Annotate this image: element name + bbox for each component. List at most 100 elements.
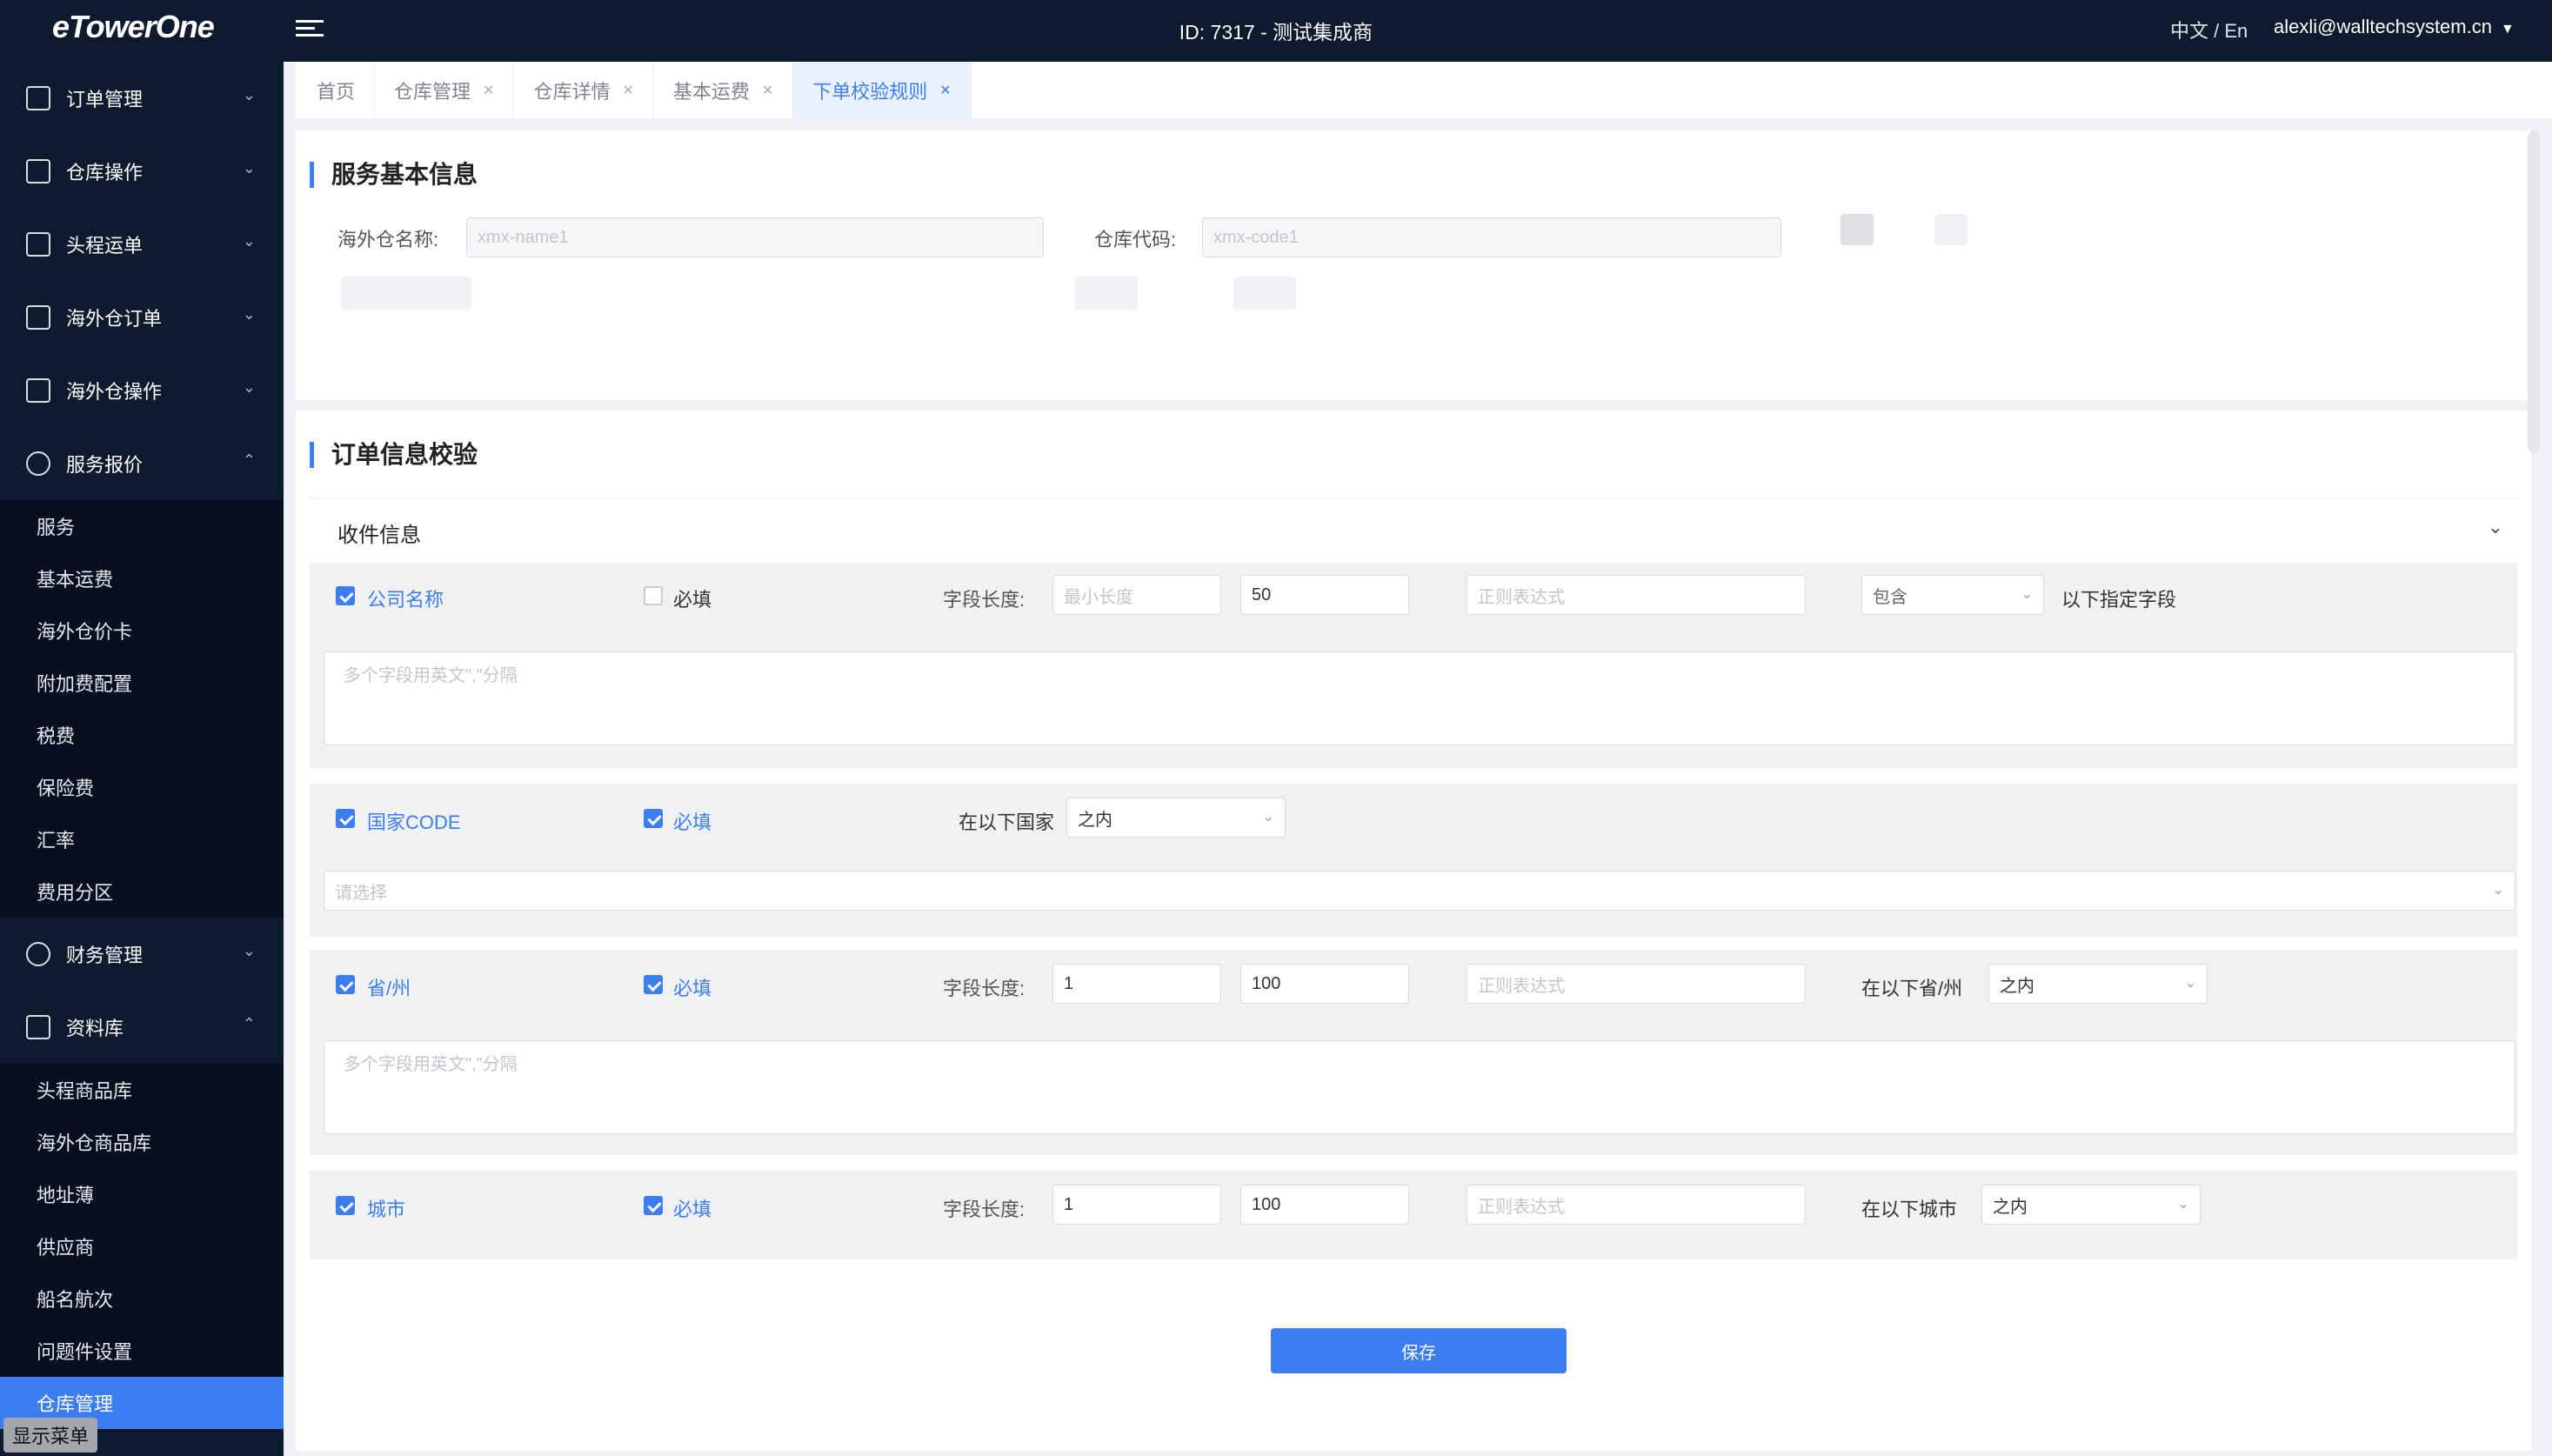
country-multi-select[interactable]: 请选择 ⌄ xyxy=(324,871,2515,911)
warehouse-name-label: 海外仓名称: xyxy=(337,229,439,250)
city-regex-input[interactable]: 正则表达式 xyxy=(1466,1185,1806,1225)
chevron-down-icon: ⌄ xyxy=(2184,976,2196,991)
sidebar-group-label: 财务管理 xyxy=(66,945,144,966)
sidebar-item-tax[interactable]: 税费 xyxy=(0,709,284,761)
tab-order-check-rules[interactable]: 下单校验规则 ✕ xyxy=(793,62,972,118)
chevron-down-icon: ⌄ xyxy=(242,942,256,959)
select-placeholder: 请选择 xyxy=(335,883,387,903)
sidebar-item-vessel-voyage[interactable]: 船名航次 xyxy=(0,1272,284,1325)
chevron-down-icon[interactable]: ⌄ xyxy=(2488,516,2503,538)
city-in-label: 在以下城市 xyxy=(1861,1199,1958,1220)
sidebar-item-service[interactable]: 服务 xyxy=(0,500,284,552)
sidebar-item-supplier[interactable]: 供应商 xyxy=(0,1220,284,1272)
country-in-label: 在以下国家 xyxy=(959,811,1055,833)
province-regex-input[interactable]: 正则表达式 xyxy=(1466,964,1806,1004)
sidebar-group-firstleg[interactable]: 头程运单 ⌄ xyxy=(0,208,284,281)
tab-label: 下单校验规则 xyxy=(812,80,928,103)
sidebar-group-order[interactable]: 订单管理 ⌄ xyxy=(0,62,284,135)
city-enable-checkbox[interactable] xyxy=(336,1196,355,1215)
sidebar-group-label: 仓库操作 xyxy=(66,162,144,184)
tab-bar: 首页 仓库管理 ✕ 仓库详情 ✕ 基本运费 ✕ 下单校验规则 ✕ xyxy=(296,62,2552,118)
sidebar-item-surcharge[interactable]: 附加费配置 xyxy=(0,657,284,709)
city-range-select[interactable]: 之内 ⌄ xyxy=(1981,1185,2201,1225)
province-required-label: 必填 xyxy=(673,978,712,999)
sidebar-item-problem-settings[interactable]: 问题件设置 xyxy=(0,1325,284,1377)
recipient-section-header[interactable]: 收件信息 ⌄ xyxy=(310,498,2517,558)
sidebar-item-address-book[interactable]: 地址薄 xyxy=(0,1168,284,1220)
tab-home[interactable]: 首页 xyxy=(297,62,376,118)
province-range-select[interactable]: 之内 ⌄ xyxy=(1988,964,2208,1004)
company-suffix-label: 以下指定字段 xyxy=(2061,589,2177,611)
chevron-down-icon: ⌄ xyxy=(2177,1197,2189,1212)
sidebar-item-insurance[interactable]: 保险费 xyxy=(0,761,284,813)
province-max-length-input[interactable]: 100 xyxy=(1240,964,1409,1004)
blurred-content xyxy=(1075,277,1138,310)
close-icon[interactable]: ✕ xyxy=(762,82,773,99)
save-button[interactable]: 保存 xyxy=(1271,1328,1567,1373)
company-match-select[interactable]: 包含 ⌄ xyxy=(1861,575,2044,615)
textarea-placeholder: 多个字段用英文","分隔 xyxy=(344,1055,518,1074)
sidebar-item-overseas-goods[interactable]: 海外仓商品库 xyxy=(0,1116,284,1168)
company-min-length-input[interactable]: 最小长度 xyxy=(1052,575,1221,615)
blurred-content xyxy=(341,277,471,310)
sidebar-group-finance[interactable]: 财务管理 ⌄ xyxy=(0,918,284,991)
country-required-checkbox[interactable] xyxy=(644,809,663,828)
chevron-down-icon: ⌄ xyxy=(242,232,256,250)
warehouse-ops-icon xyxy=(26,159,50,184)
tab-warehouse-management[interactable]: 仓库管理 ✕ xyxy=(375,62,515,118)
sidebar-item-firstleg-goods[interactable]: 头程商品库 xyxy=(0,1064,284,1116)
province-min-length-input[interactable]: 1 xyxy=(1052,964,1221,1004)
country-required-label: 必填 xyxy=(673,811,712,833)
caret-down-icon: ▼ xyxy=(2500,22,2515,37)
warehouse-code-placeholder: xmx-code1 xyxy=(1213,227,1299,247)
close-icon[interactable]: ✕ xyxy=(622,82,633,99)
company-fields-textarea[interactable]: 多个字段用英文","分隔 xyxy=(324,651,2515,745)
menu-toggle-icon[interactable] xyxy=(296,16,324,43)
sidebar-group-overseas-ops[interactable]: 海外仓操作 ⌄ xyxy=(0,354,284,427)
city-required-label: 必填 xyxy=(673,1199,712,1220)
city-max-length-input[interactable]: 100 xyxy=(1240,1185,1409,1225)
city-required-checkbox[interactable] xyxy=(644,1196,663,1215)
sidebar-group-quote[interactable]: 服务报价 ⌃ xyxy=(0,427,284,500)
sidebar-group-label: 资料库 xyxy=(66,1018,124,1039)
country-rule-panel: 国家CODE 必填 在以下国家 之内 ⌄ 请选择 ⌄ xyxy=(310,784,2517,937)
sidebar-group-overseas-order[interactable]: 海外仓订单 ⌄ xyxy=(0,281,284,354)
sidebar-item-base-freight[interactable]: 基本运费 xyxy=(0,552,284,604)
tab-base-freight[interactable]: 基本运费 ✕ xyxy=(654,62,794,118)
overseas-order-icon xyxy=(26,305,50,330)
close-icon[interactable]: ✕ xyxy=(939,82,951,99)
country-enable-checkbox[interactable] xyxy=(336,809,355,828)
company-enable-checkbox[interactable] xyxy=(336,586,355,605)
select-value: 之内 xyxy=(1993,1197,2028,1217)
warehouse-name-placeholder: xmx-name1 xyxy=(478,227,569,247)
sidebar-item-exchange-rate[interactable]: 汇率 xyxy=(0,813,284,865)
sidebar-group-label: 订单管理 xyxy=(66,89,144,110)
tab-warehouse-detail[interactable]: 仓库详情 ✕ xyxy=(514,62,654,118)
user-menu[interactable]: alexli@walltechsystem.cn ▼ xyxy=(2274,16,2515,38)
basic-info-title: 服务基本信息 xyxy=(310,162,478,188)
country-range-select[interactable]: 之内 ⌄ xyxy=(1066,798,1286,838)
close-icon[interactable]: ✕ xyxy=(483,82,494,99)
company-max-length-input[interactable]: 50 xyxy=(1240,575,1409,615)
city-min-length-input[interactable]: 1 xyxy=(1052,1185,1221,1225)
sidebar-group-warehouse-ops[interactable]: 仓库操作 ⌄ xyxy=(0,135,284,208)
province-enable-checkbox[interactable] xyxy=(336,975,355,994)
vertical-scrollbar[interactable] xyxy=(2528,130,2540,452)
firstleg-icon xyxy=(26,232,50,257)
province-fields-textarea[interactable]: 多个字段用英文","分隔 xyxy=(324,1040,2515,1134)
select-value: 包含 xyxy=(1873,587,1907,607)
sidebar-item-fee-zone[interactable]: 费用分区 xyxy=(0,865,284,918)
company-required-checkbox[interactable] xyxy=(644,586,663,605)
library-icon xyxy=(26,1015,50,1039)
show-menu-button[interactable]: 显示菜单 xyxy=(3,1418,98,1453)
order-check-title: 订单信息校验 xyxy=(310,442,478,468)
app-logo[interactable]: eTowerOne xyxy=(52,9,215,45)
language-switch[interactable]: 中文 / En xyxy=(2170,16,2248,43)
sidebar-group-library[interactable]: 资料库 ⌃ xyxy=(0,991,284,1064)
regex-placeholder: 正则表达式 xyxy=(1478,1197,1565,1217)
sidebar-item-price-card[interactable]: 海外仓价卡 xyxy=(0,604,284,657)
min-length-value: 1 xyxy=(1064,973,1074,993)
company-regex-input[interactable]: 正则表达式 xyxy=(1466,575,1806,615)
province-required-checkbox[interactable] xyxy=(644,975,663,994)
sidebar-group-label: 海外仓操作 xyxy=(66,381,163,403)
